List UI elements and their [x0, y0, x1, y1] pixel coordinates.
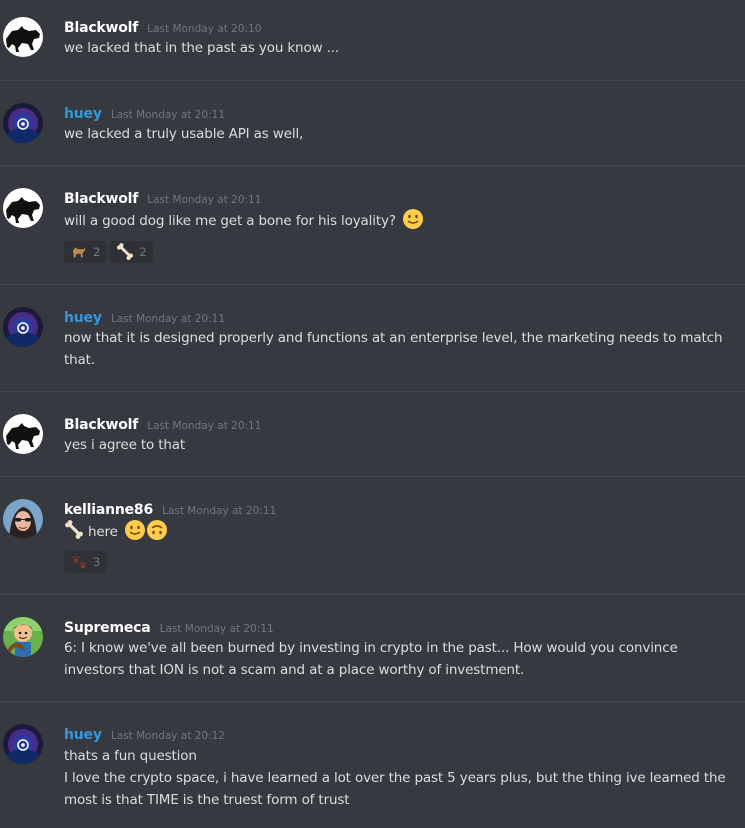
message-text: here: [88, 524, 118, 540]
message-text-line: now that it is designed properly and fun…: [64, 330, 723, 346]
dog-icon: [72, 247, 86, 258]
reaction-count: 2: [93, 245, 101, 259]
black-wolf-avatar[interactable]: [3, 188, 43, 228]
username[interactable]: huey: [64, 310, 102, 326]
message: Supremeca Last Monday at 20:11 6: I know…: [0, 594, 745, 702]
timestamp: Last Monday at 20:11: [110, 109, 226, 121]
timestamp: Last Monday at 20:11: [147, 420, 262, 432]
message: Blackwolf Last Monday at 20:11 will a go…: [0, 165, 745, 285]
message: Blackwolf Last Monday at 20:10 we lacked…: [0, 0, 745, 80]
timestamp: Last Monday at 20:11: [147, 194, 262, 206]
timestamp: Last Monday at 20:12: [110, 730, 226, 742]
message-content: thats a fun question I love the crypto s…: [64, 745, 734, 811]
username[interactable]: Blackwolf: [64, 20, 138, 36]
message: huey Last Monday at 20:12 thats a fun qu…: [0, 701, 745, 828]
message-text-line: 6: I know we've all been burned by inves…: [64, 640, 678, 656]
reaction-bone[interactable]: 2: [110, 241, 153, 263]
message-text-line: I love the crypto space, i have learned …: [64, 770, 726, 786]
timestamp: Last Monday at 20:11: [110, 313, 226, 325]
message-text-line: that.: [64, 352, 95, 368]
message-text: will a good dog like me get a bone for h…: [64, 213, 396, 229]
message: Blackwolf Last Monday at 20:11 yes i agr…: [0, 391, 745, 477]
message-text-line: investors that ION is not a scam and at …: [64, 662, 525, 678]
bone-icon: [116, 243, 135, 261]
timestamp: Last Monday at 20:11: [162, 505, 277, 517]
purple-orb-avatar[interactable]: [3, 307, 43, 347]
username[interactable]: huey: [64, 727, 102, 743]
username[interactable]: Blackwolf: [64, 191, 138, 207]
black-wolf-avatar[interactable]: [3, 414, 43, 454]
message-text: yes i agree to that: [64, 437, 186, 453]
purple-orb-avatar[interactable]: [3, 103, 43, 143]
reaction-count: 3: [93, 555, 101, 569]
paw-prints-icon: [72, 555, 87, 569]
reactions-bar: 2 2: [64, 241, 153, 263]
reactions-bar: 3: [64, 551, 107, 573]
message-content: now that it is designed properly and fun…: [64, 327, 734, 371]
message-content: 6: I know we've all been burned by inves…: [64, 637, 734, 681]
username[interactable]: Blackwolf: [64, 417, 138, 433]
username[interactable]: Supremeca: [64, 620, 151, 636]
message-content: will a good dog like me get a bone for h…: [64, 208, 734, 232]
upside-down-face-icon: [146, 519, 168, 541]
purple-orb-avatar[interactable]: [3, 724, 43, 764]
reaction-paw-prints[interactable]: 3: [64, 551, 107, 573]
message-text-line: thats a fun question: [64, 748, 197, 764]
timestamp: Last Monday at 20:10: [147, 23, 262, 35]
message: kellianne86 Last Monday at 20:11 here 3: [0, 476, 745, 595]
woman-portrait-avatar[interactable]: [3, 499, 43, 539]
reaction-dog[interactable]: 2: [64, 241, 107, 263]
message: huey Last Monday at 20:11 we lacked a tr…: [0, 80, 745, 166]
username[interactable]: huey: [64, 106, 102, 122]
message-content: here: [64, 519, 734, 543]
slightly-smiling-face-icon: [402, 208, 424, 230]
timestamp: Last Monday at 20:11: [159, 623, 274, 635]
message-text-line: most is that TIME is the truest form of …: [64, 792, 350, 808]
cartoon-character-avatar[interactable]: [3, 617, 43, 657]
reaction-count: 2: [139, 245, 147, 259]
bone-icon: [64, 520, 84, 540]
black-wolf-avatar[interactable]: [3, 17, 43, 57]
slightly-smiling-face-icon: [124, 519, 146, 541]
message: huey Last Monday at 20:11 now that it is…: [0, 284, 745, 392]
message-text: we lacked that in the past as you know .…: [64, 40, 340, 56]
message-text: we lacked a truly usable API as well,: [64, 126, 304, 142]
username[interactable]: kellianne86: [64, 502, 153, 518]
